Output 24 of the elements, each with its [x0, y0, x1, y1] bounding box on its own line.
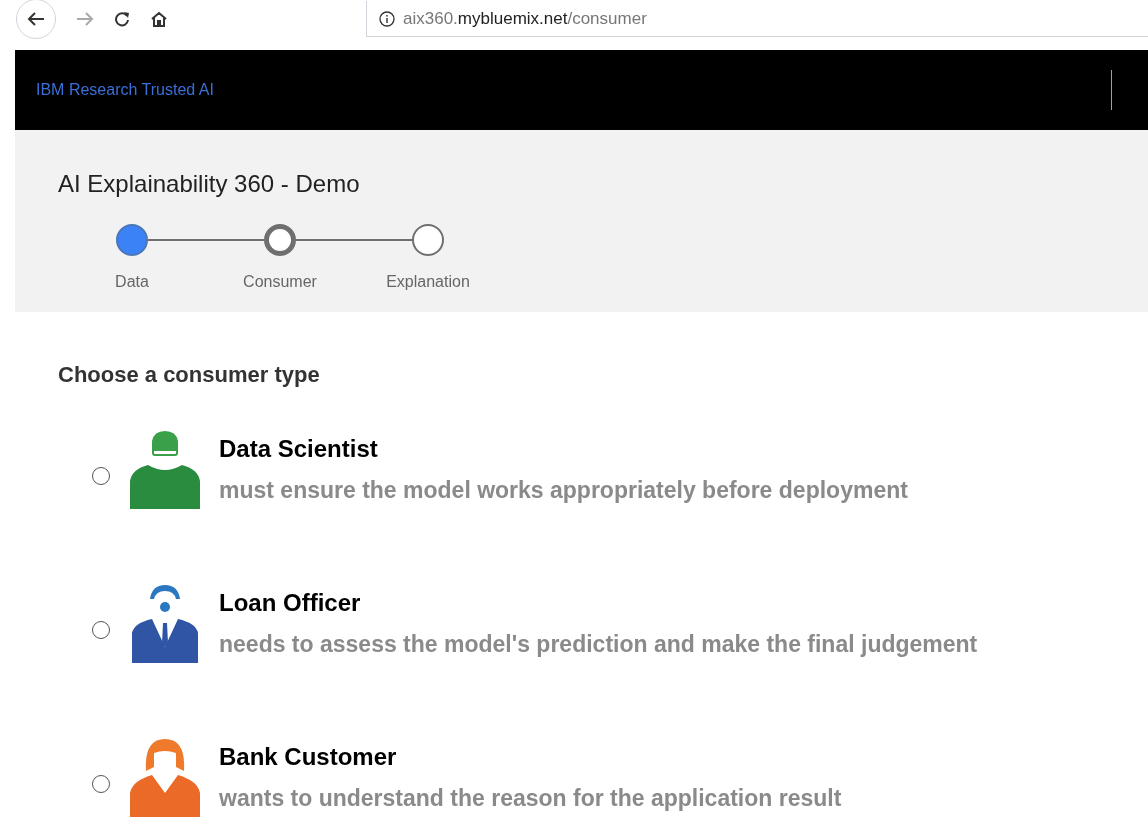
address-bar[interactable]: aix360.mybluemix.net/consumer [366, 1, 1148, 37]
person-icon [130, 583, 200, 663]
consumer-description: must ensure the model works appropriately before deployment [219, 475, 908, 505]
person-icon [130, 429, 200, 509]
person-icon [130, 737, 200, 817]
back-arrow-icon [27, 11, 45, 27]
consumer-description: needs to assess the model's prediction and make the final judgement [219, 629, 978, 659]
radio-button[interactable] [92, 621, 110, 639]
step-label: Consumer [243, 272, 317, 292]
step-label: Explanation [386, 272, 470, 292]
consumer-title: Bank Customer [219, 741, 398, 772]
step-label: Data [115, 272, 149, 292]
consumer-title: Data Scientist [219, 433, 379, 464]
reload-icon[interactable] [114, 11, 130, 27]
page-title: AI Explainability 360 - Demo [58, 169, 361, 199]
url-text: aix360.mybluemix.net/consumer [403, 7, 647, 30]
home-icon[interactable] [150, 11, 168, 27]
info-icon [379, 10, 395, 27]
consumer-title: Loan Officer [219, 587, 362, 618]
consumer-description: wants to understand the reason for the application result [219, 783, 842, 813]
radio-button[interactable] [92, 775, 110, 793]
brand-link[interactable]: IBM Research Trusted AI [36, 78, 214, 102]
radio-button[interactable] [92, 467, 110, 485]
section-heading: Choose a consumer type [58, 361, 321, 389]
